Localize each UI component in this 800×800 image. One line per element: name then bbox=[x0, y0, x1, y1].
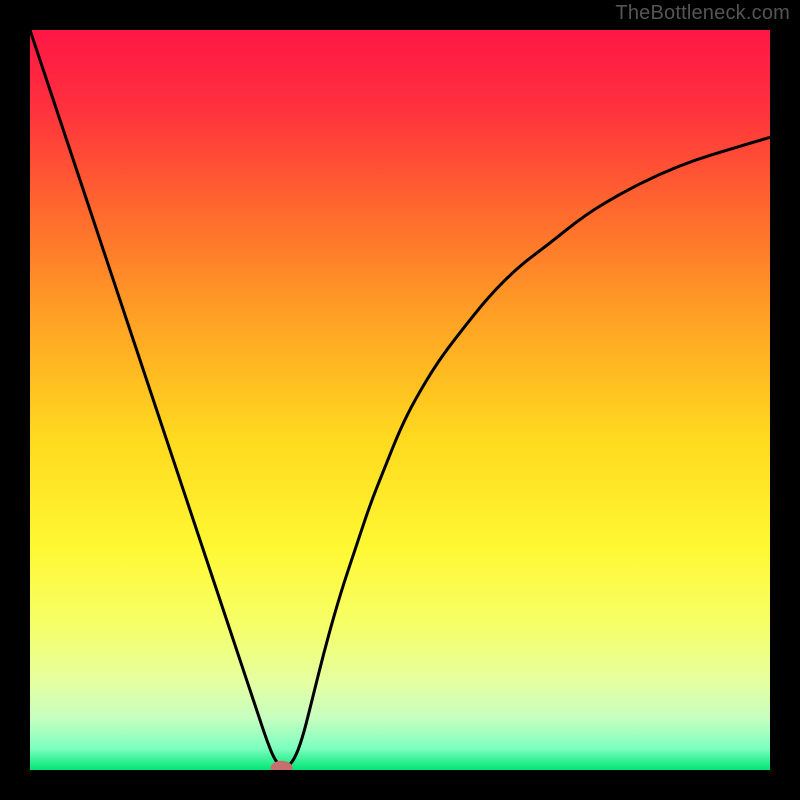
plot-frame bbox=[30, 30, 770, 770]
chart-container: TheBottleneck.com bbox=[0, 0, 800, 800]
gradient-background bbox=[30, 30, 770, 770]
plot-area bbox=[30, 30, 770, 770]
watermark-text: TheBottleneck.com bbox=[615, 2, 790, 25]
chart-svg bbox=[30, 30, 770, 770]
